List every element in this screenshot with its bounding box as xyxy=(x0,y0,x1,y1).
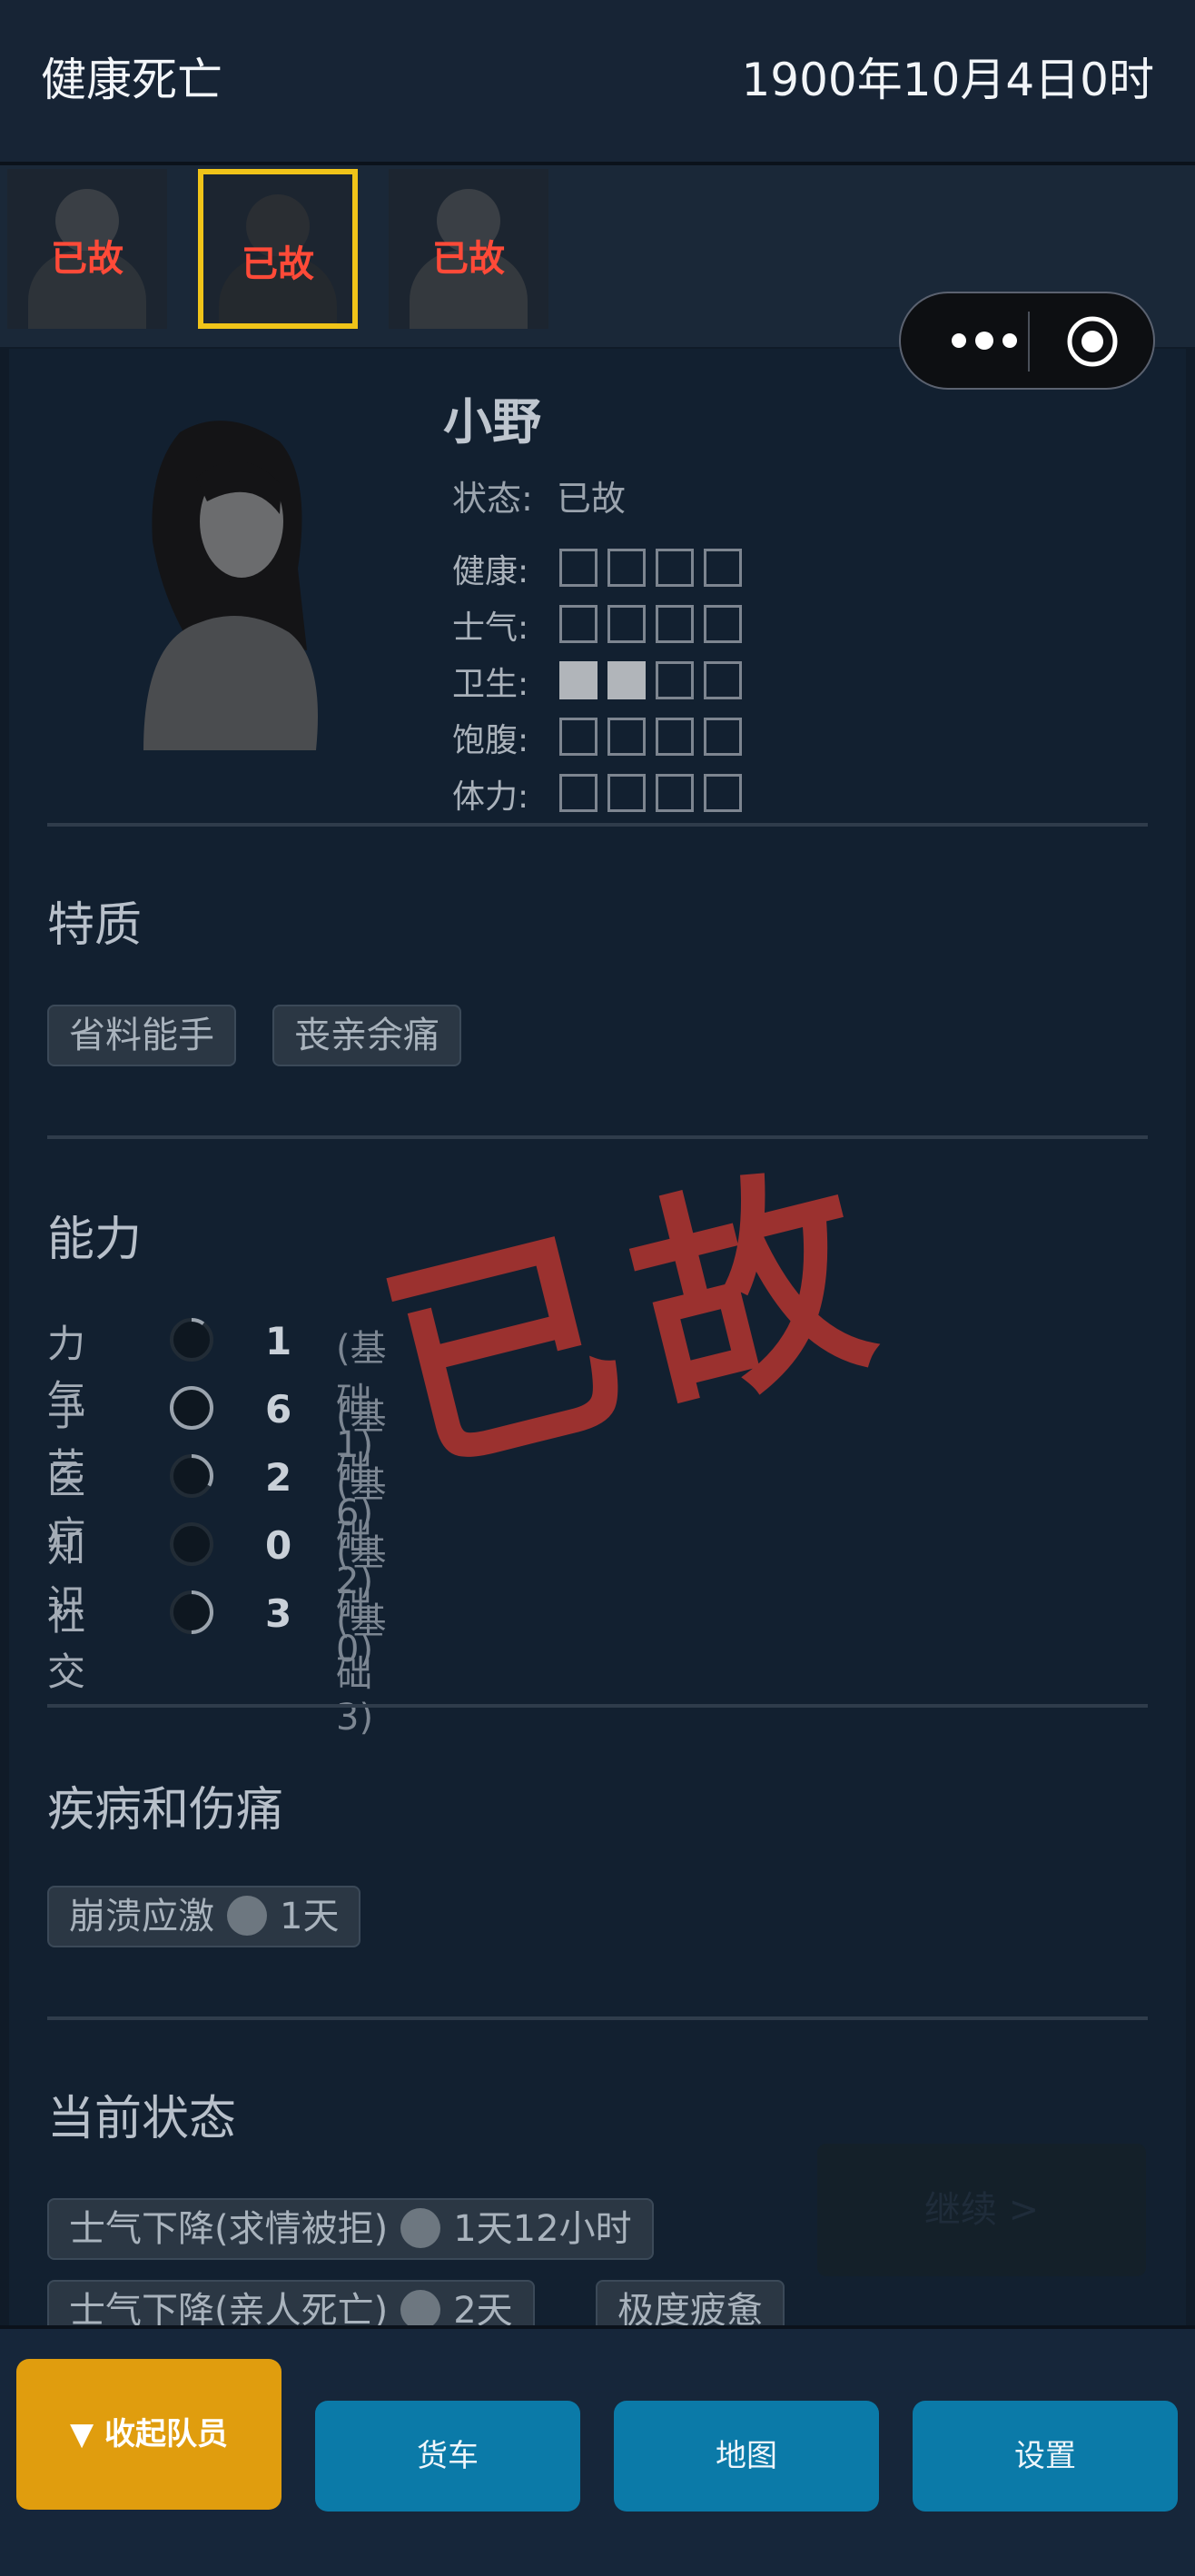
stat-pip xyxy=(559,661,598,699)
trait-tag[interactable]: 省料能手 xyxy=(47,1005,236,1066)
stat-pip xyxy=(656,549,694,587)
status-value: 已故 xyxy=(556,479,626,519)
divider xyxy=(47,2016,1148,2020)
game-datetime: 1900年10月4日0时 xyxy=(741,54,1155,106)
collapse-crew-button[interactable]: ▼ 收起队员 xyxy=(16,2359,281,2510)
trait-tag[interactable]: 丧亲余痛 xyxy=(272,1005,461,1066)
stat-pip xyxy=(559,718,598,756)
stat-pip xyxy=(559,774,598,812)
stat-pip xyxy=(704,774,742,812)
stat-pip xyxy=(559,549,598,587)
stat-label: 饱腹: xyxy=(452,722,529,759)
character-portrait xyxy=(143,421,318,750)
stat-pip xyxy=(607,774,646,812)
divider xyxy=(47,1135,1148,1139)
ability-ring-icon xyxy=(170,1522,213,1566)
current-status-title: 当前状态 xyxy=(47,2092,237,2146)
ability-ring-icon xyxy=(170,1590,213,1634)
status-tag-label: 士气下降(求情被拒) xyxy=(69,2208,389,2250)
stat-pip xyxy=(607,718,646,756)
page-title: 健康死亡 xyxy=(41,54,222,106)
ability-ring-icon xyxy=(170,1386,213,1430)
stat-pip xyxy=(656,605,694,643)
stat-label: 体力: xyxy=(452,778,529,816)
roster-portrait-3[interactable]: 已故 xyxy=(389,169,548,329)
stat-pip xyxy=(704,549,742,587)
deceased-label: 已故 xyxy=(432,238,505,280)
ability-value: 3 xyxy=(265,1591,292,1636)
illness-label: 崩溃应激 xyxy=(69,1896,214,1937)
clock-icon xyxy=(227,1896,267,1936)
stat-pip xyxy=(704,661,742,699)
settings-button[interactable]: 设置 xyxy=(913,2401,1178,2512)
character-status: 状态: 已故 xyxy=(452,471,626,520)
character-name: 小野 xyxy=(443,393,541,451)
top-bar: 健康死亡 1900年10月4日0时 xyxy=(0,0,1195,165)
deceased-label: 已故 xyxy=(242,243,314,285)
truck-button[interactable]: 货车 xyxy=(315,2401,580,2512)
ability-value: 0 xyxy=(265,1523,292,1568)
stat-pip xyxy=(607,661,646,699)
stat-pip xyxy=(656,718,694,756)
more-icon[interactable] xyxy=(939,317,1030,364)
capsule-divider xyxy=(1028,312,1030,372)
ability-ring-icon xyxy=(170,1318,213,1362)
stat-pip xyxy=(607,549,646,587)
stat-label: 士气: xyxy=(452,609,529,647)
stat-label: 健康: xyxy=(452,553,529,590)
stat-pip xyxy=(656,661,694,699)
stat-meter xyxy=(559,718,752,756)
ability-base: (基础 3) xyxy=(336,1600,387,1739)
status-tag[interactable]: 士气下降(求情被拒) 1天12小时 xyxy=(47,2198,654,2260)
close-target-icon[interactable] xyxy=(1066,315,1119,368)
illness-title: 疾病和伤痛 xyxy=(47,1783,284,1838)
abilities-title: 能力 xyxy=(47,1213,143,1267)
ability-value: 1 xyxy=(265,1319,292,1363)
stat-pip xyxy=(704,718,742,756)
continue-button[interactable]: 继续 > xyxy=(817,2144,1146,2276)
ability-ring-icon xyxy=(170,1454,213,1498)
traits-title: 特质 xyxy=(47,898,143,953)
roster-portrait-1[interactable]: 已故 xyxy=(7,169,167,329)
map-button[interactable]: 地图 xyxy=(614,2401,879,2512)
status-tag-duration: 1天12小时 xyxy=(453,2208,632,2250)
illness-tag[interactable]: 崩溃应激 1天 xyxy=(47,1886,361,1947)
divider xyxy=(47,823,1148,827)
stat-pip xyxy=(704,605,742,643)
stat-label: 卫生: xyxy=(452,666,529,703)
stat-pip xyxy=(559,605,598,643)
deceased-label: 已故 xyxy=(51,238,123,280)
ability-value: 6 xyxy=(265,1387,292,1432)
ability-value: 2 xyxy=(265,1455,292,1500)
status-label: 状态: xyxy=(452,479,533,519)
stat-pip xyxy=(656,774,694,812)
clock-icon xyxy=(400,2208,441,2248)
clock-icon xyxy=(400,2290,441,2330)
stat-meter xyxy=(559,661,752,699)
roster-portrait-2[interactable]: 已故 xyxy=(198,169,358,329)
stat-meter xyxy=(559,605,752,643)
miniprogram-capsule xyxy=(899,292,1155,390)
ability-label: 社交 xyxy=(47,1594,86,1694)
divider xyxy=(47,1704,1148,1708)
stat-pip xyxy=(607,605,646,643)
stat-meter xyxy=(559,774,752,812)
stat-meter xyxy=(559,549,752,587)
illness-duration: 1天 xyxy=(280,1896,340,1937)
